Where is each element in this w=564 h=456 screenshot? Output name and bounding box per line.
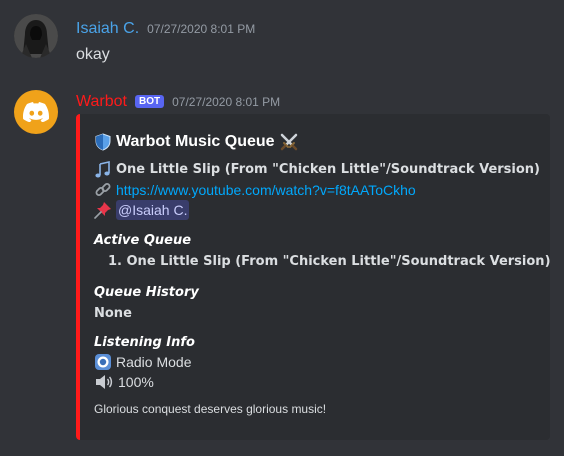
music-queue-embed: Warbot Music Queue One Little Slip (From… xyxy=(76,114,551,440)
radio-button-icon xyxy=(94,353,112,371)
chat-view: Isaiah C. 07/27/2020 8:01 PM okay Warbot… xyxy=(0,0,564,456)
volume-value: 100% xyxy=(118,374,154,390)
listening-info-label: Listening Info xyxy=(94,335,195,350)
timestamp: 07/27/2020 8:01 PM xyxy=(147,22,256,36)
active-queue-item: 1. One Little Slip (From "Chicken Little… xyxy=(108,254,551,269)
requester-row: @Isaiah C. xyxy=(94,200,536,220)
embed-title: Warbot Music Queue xyxy=(94,132,536,152)
username[interactable]: Warbot xyxy=(76,93,127,111)
username[interactable]: Isaiah C. xyxy=(76,20,139,38)
radio-row: Radio Mode xyxy=(94,352,536,372)
track-row: One Little Slip (From "Chicken Little"/S… xyxy=(94,160,540,180)
track-title: One Little Slip (From "Chicken Little"/S… xyxy=(116,162,540,177)
musical-notes-icon xyxy=(94,161,112,179)
message-header: Isaiah C. 07/27/2020 8:01 PM xyxy=(76,20,255,38)
bot-tag: BOT xyxy=(134,95,165,108)
message-header: Warbot BOT 07/27/2020 8:01 PM xyxy=(76,93,280,111)
active-queue-label: Active Queue xyxy=(94,233,192,248)
link-row: https://www.youtube.com/watch?v=f8tAAToC… xyxy=(94,180,536,200)
queue-history-label: Queue History xyxy=(94,285,199,300)
discord-logo-icon xyxy=(23,102,49,122)
radio-mode-text: Radio Mode xyxy=(116,354,192,370)
bot-avatar[interactable] xyxy=(14,90,58,134)
volume-row: 100% xyxy=(94,372,536,392)
embed-title-text: Warbot Music Queue xyxy=(116,133,275,150)
pushpin-icon xyxy=(94,201,112,219)
speaker-icon xyxy=(94,373,114,391)
youtube-link[interactable]: https://www.youtube.com/watch?v=f8tAAToC… xyxy=(116,180,416,200)
embed-footer: Glorious conquest deserves glorious musi… xyxy=(94,402,327,416)
link-icon xyxy=(94,181,112,199)
active-queue-quote: 1. One Little Slip (From "Chicken Little… xyxy=(94,252,551,272)
crossed-swords-icon xyxy=(279,132,299,152)
timestamp: 07/27/2020 8:01 PM xyxy=(172,95,281,109)
message-content: okay xyxy=(76,46,110,63)
queue-history-value: None xyxy=(94,306,132,321)
shield-icon xyxy=(94,133,112,151)
user-mention[interactable]: @Isaiah C. xyxy=(116,200,190,220)
user-avatar[interactable] xyxy=(14,14,58,58)
